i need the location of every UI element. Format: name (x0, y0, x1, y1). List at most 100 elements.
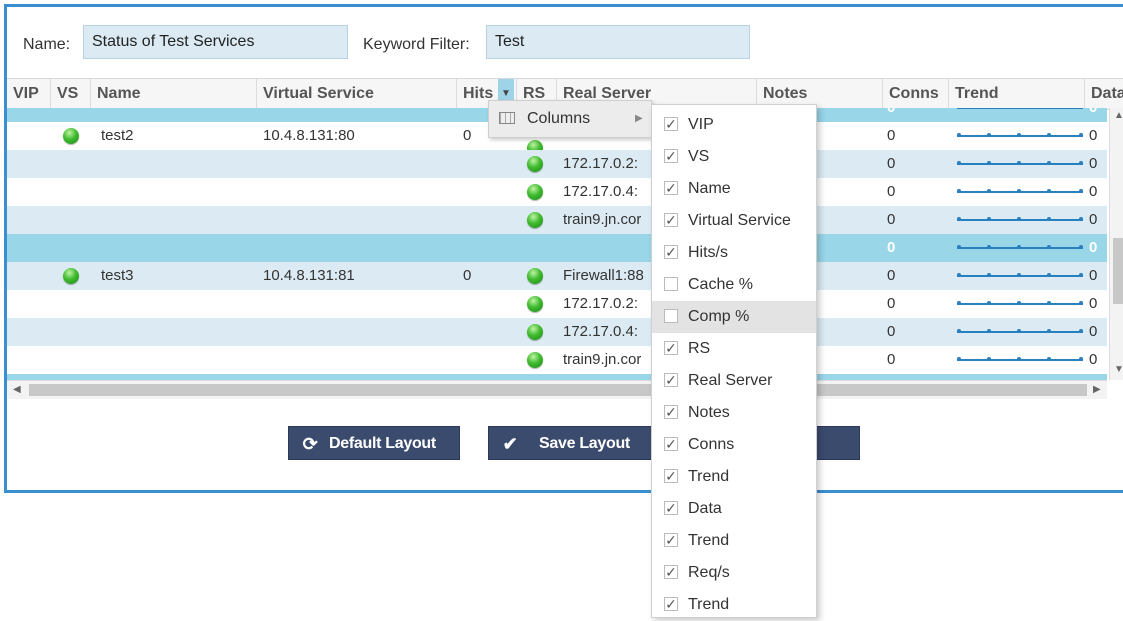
header-trend[interactable]: Trend (949, 79, 1085, 109)
real-server-cell: Firewall1:88 (563, 267, 644, 284)
checkbox-checked-icon[interactable]: ✓ (664, 437, 678, 451)
trend-sparkline (957, 357, 1083, 361)
checkbox-checked-icon[interactable]: ✓ (664, 117, 678, 131)
real-server-cell: 172.17.0.2: (563, 295, 639, 312)
column-toggle-label: Real Server (688, 372, 773, 389)
columns-icon (499, 112, 515, 124)
table-row[interactable]: 172.17.0.4: 0 0 (7, 178, 1107, 206)
column-toggle-item[interactable]: ✓ Trend (652, 589, 816, 621)
menu-item-columns-label: Columns (527, 110, 591, 127)
column-toggle-label: VIP (688, 116, 714, 133)
rs-status-ok-icon (527, 324, 543, 340)
vertical-scroll-thumb[interactable] (1113, 238, 1123, 304)
rs-status-ok-icon (527, 352, 543, 368)
vs-status-ok-icon (63, 128, 79, 144)
column-toggle-item[interactable]: ✓ VIP (652, 109, 816, 141)
checkbox-checked-icon[interactable]: ✓ (664, 213, 678, 227)
checkbox-checked-icon[interactable]: ✓ (664, 149, 678, 163)
data-cell: 0 (1089, 323, 1098, 340)
hits-cell: 0 (463, 267, 472, 284)
header-vs[interactable]: VS (51, 79, 91, 109)
menu-item-columns[interactable]: Columns ▶ (489, 101, 653, 137)
filter-bar: Name: Keyword Filter: (7, 7, 1123, 72)
name-input[interactable] (83, 25, 348, 59)
checkbox-checked-icon[interactable]: ✓ (664, 341, 678, 355)
table-row[interactable]: train9.jn.cor 0 0 (7, 206, 1107, 234)
keyword-filter-label: Keyword Filter: (363, 36, 470, 53)
default-layout-button[interactable]: ⟳ Default Layout (288, 426, 460, 460)
scroll-up-icon[interactable]: ▲ (1114, 110, 1123, 121)
trend-sparkline (957, 133, 1083, 137)
data-cell: 0 (1089, 267, 1098, 284)
column-toggle-label: Conns (688, 436, 735, 453)
column-toggle-item[interactable]: ✓ Name (652, 173, 816, 205)
column-toggle-label: Req/s (688, 564, 730, 581)
checkbox-checked-icon[interactable]: ✓ (664, 245, 678, 259)
trend-sparkline (957, 108, 1083, 109)
rs-status-ok-icon (527, 296, 543, 312)
header-vip[interactable]: VIP (7, 79, 51, 109)
conns-cell: 0 (887, 211, 896, 228)
vs-status-ok-icon (63, 268, 79, 284)
table-row[interactable]: 172.17.0.4: 0 0 (7, 318, 1107, 346)
scroll-down-icon[interactable]: ▼ (1114, 364, 1123, 375)
column-toggle-item[interactable]: ✓ Virtual Service (652, 205, 816, 237)
conns-cell: 0 (887, 127, 896, 144)
column-toggle-item[interactable]: ✓ Trend (652, 525, 816, 557)
column-toggle-item[interactable]: ✓ Conns (652, 429, 816, 461)
scroll-left-icon[interactable]: ◀ (13, 384, 21, 395)
checkbox-checked-icon[interactable]: ✓ (664, 501, 678, 515)
table-row[interactable]: 172.17.0.2: 0 0 (7, 150, 1107, 178)
checkbox-checked-icon[interactable]: ✓ (664, 405, 678, 419)
conns-cell: 0 (887, 239, 896, 256)
checkbox-checked-icon[interactable]: ✓ (664, 373, 678, 387)
checkbox-checked-icon[interactable]: ✓ (664, 181, 678, 195)
monitoring-panel: Name: Keyword Filter: VIP VS Name Virtua… (4, 4, 1123, 493)
column-toggle-item[interactable]: ✓ Trend (652, 461, 816, 493)
scroll-right-icon[interactable]: ▶ (1093, 384, 1101, 395)
header-data[interactable]: Data (1085, 79, 1123, 109)
column-toggle-item[interactable]: ✓ Req/s (652, 557, 816, 589)
column-toggle-item[interactable]: ✓ RS (652, 333, 816, 365)
trend-sparkline (957, 329, 1083, 333)
real-server-cell: 172.17.0.2: (563, 155, 639, 172)
column-toggle-item[interactable]: ✓ VS (652, 141, 816, 173)
header-name[interactable]: Name (91, 79, 257, 109)
trend-sparkline (957, 161, 1083, 165)
column-toggle-item[interactable]: Comp % (652, 301, 816, 333)
checkbox-unchecked-icon[interactable] (664, 309, 678, 323)
column-toggle-label: Trend (688, 532, 730, 549)
table-row[interactable]: 172.17.0.2: 0 0 (7, 290, 1107, 318)
checkbox-unchecked-icon[interactable] (664, 277, 678, 291)
conns-cell: 0 (887, 267, 896, 284)
checkbox-checked-icon[interactable]: ✓ (664, 565, 678, 579)
name-cell: test3 (101, 267, 134, 284)
rs-status-ok-icon (527, 156, 543, 172)
real-server-cell: train9.jn.cor (563, 211, 642, 228)
table-row[interactable]: train9.jn.cor 0 0 (7, 346, 1107, 374)
conns-cell: 0 (887, 295, 896, 312)
checkbox-checked-icon[interactable]: ✓ (664, 469, 678, 483)
column-toggle-label: Data (688, 500, 722, 517)
column-toggle-item[interactable]: ✓ Data (652, 493, 816, 525)
horizontal-scrollbar[interactable]: ◀ ▶ (7, 380, 1107, 399)
header-conns[interactable]: Conns (883, 79, 949, 109)
column-toggle-item[interactable]: Cache % (652, 269, 816, 301)
header-virtual-service[interactable]: Virtual Service (257, 79, 457, 109)
checkbox-checked-icon[interactable]: ✓ (664, 597, 678, 611)
keyword-filter-input[interactable] (486, 25, 750, 59)
column-toggle-item[interactable]: ✓ Notes (652, 397, 816, 429)
real-server-cell: 172.17.0.4: (563, 183, 639, 200)
column-toggle-label: Cache % (688, 276, 753, 293)
column-toggle-label: Name (688, 180, 731, 197)
horizontal-scroll-thumb[interactable] (29, 384, 1087, 396)
data-cell: 0 (1089, 351, 1098, 368)
table-row[interactable]: test3 10.4.8.131:81 0 Firewall1:88 0 0 (7, 262, 1107, 290)
checkbox-checked-icon[interactable]: ✓ (664, 533, 678, 547)
column-toggle-item[interactable]: ✓ Real Server (652, 365, 816, 397)
rs-status-ok-icon (527, 268, 543, 284)
column-toggle-item[interactable]: ✓ Hits/s (652, 237, 816, 269)
real-server-cell: train9.jn.cor (563, 351, 642, 368)
vertical-scrollbar[interactable]: ▲ ▼ (1109, 108, 1123, 380)
table-row[interactable]: 0 0 (7, 234, 1107, 262)
